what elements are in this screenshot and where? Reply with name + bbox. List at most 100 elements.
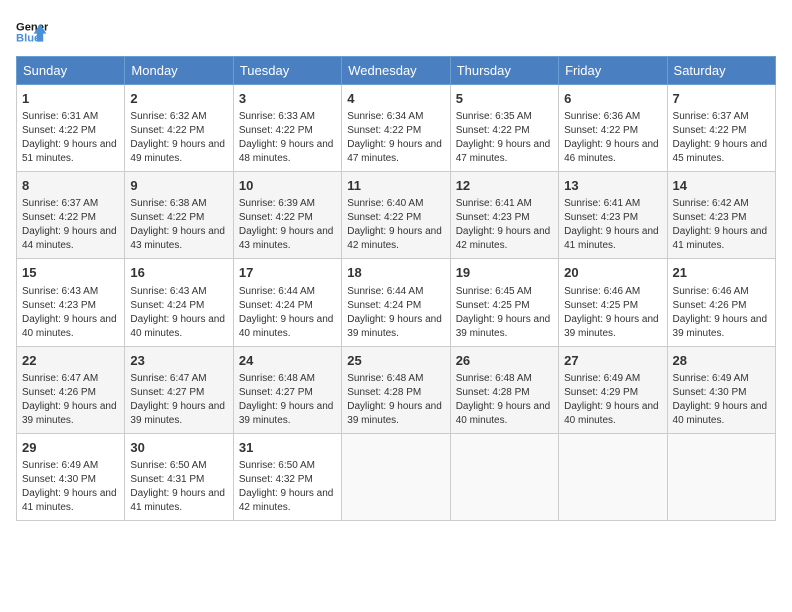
weekday-header-thursday: Thursday [450,57,558,85]
calendar-cell: 15 Sunrise: 6:43 AM Sunset: 4:23 PM Dayl… [17,259,125,346]
calendar-cell: 7 Sunrise: 6:37 AM Sunset: 4:22 PM Dayli… [667,85,775,172]
day-info: Sunrise: 6:47 AM Sunset: 4:27 PM Dayligh… [130,372,227,428]
calendar-table: SundayMondayTuesdayWednesdayThursdayFrid… [16,56,776,521]
day-number: 18 [347,264,444,282]
day-info: Sunrise: 6:42 AM Sunset: 4:23 PM Dayligh… [673,197,770,253]
day-number: 26 [456,352,553,370]
day-info: Sunrise: 6:48 AM Sunset: 4:28 PM Dayligh… [456,372,553,428]
calendar-cell: 23 Sunrise: 6:47 AM Sunset: 4:27 PM Dayl… [125,346,233,433]
calendar-cell: 12 Sunrise: 6:41 AM Sunset: 4:23 PM Dayl… [450,172,558,259]
calendar-cell: 10 Sunrise: 6:39 AM Sunset: 4:22 PM Dayl… [233,172,341,259]
day-info: Sunrise: 6:32 AM Sunset: 4:22 PM Dayligh… [130,110,227,166]
calendar-cell: 6 Sunrise: 6:36 AM Sunset: 4:22 PM Dayli… [559,85,667,172]
day-number: 22 [22,352,119,370]
day-number: 25 [347,352,444,370]
day-info: Sunrise: 6:50 AM Sunset: 4:31 PM Dayligh… [130,459,227,515]
page-header: General Blue [16,16,776,48]
day-info: Sunrise: 6:37 AM Sunset: 4:22 PM Dayligh… [673,110,770,166]
day-info: Sunrise: 6:48 AM Sunset: 4:28 PM Dayligh… [347,372,444,428]
day-info: Sunrise: 6:36 AM Sunset: 4:22 PM Dayligh… [564,110,661,166]
day-info: Sunrise: 6:44 AM Sunset: 4:24 PM Dayligh… [239,285,336,341]
calendar-cell [559,433,667,520]
calendar-cell: 21 Sunrise: 6:46 AM Sunset: 4:26 PM Dayl… [667,259,775,346]
day-info: Sunrise: 6:41 AM Sunset: 4:23 PM Dayligh… [456,197,553,253]
day-number: 10 [239,177,336,195]
day-number: 16 [130,264,227,282]
weekday-header-tuesday: Tuesday [233,57,341,85]
day-number: 17 [239,264,336,282]
weekday-header-saturday: Saturday [667,57,775,85]
calendar-cell: 27 Sunrise: 6:49 AM Sunset: 4:29 PM Dayl… [559,346,667,433]
day-number: 3 [239,90,336,108]
day-number: 31 [239,439,336,457]
calendar-cell: 31 Sunrise: 6:50 AM Sunset: 4:32 PM Dayl… [233,433,341,520]
day-number: 28 [673,352,770,370]
day-number: 13 [564,177,661,195]
day-number: 11 [347,177,444,195]
day-info: Sunrise: 6:33 AM Sunset: 4:22 PM Dayligh… [239,110,336,166]
weekday-header-monday: Monday [125,57,233,85]
day-number: 30 [130,439,227,457]
calendar-cell: 14 Sunrise: 6:42 AM Sunset: 4:23 PM Dayl… [667,172,775,259]
day-info: Sunrise: 6:38 AM Sunset: 4:22 PM Dayligh… [130,197,227,253]
day-info: Sunrise: 6:47 AM Sunset: 4:26 PM Dayligh… [22,372,119,428]
svg-text:Blue: Blue [16,33,40,45]
calendar-cell: 20 Sunrise: 6:46 AM Sunset: 4:25 PM Dayl… [559,259,667,346]
day-info: Sunrise: 6:43 AM Sunset: 4:23 PM Dayligh… [22,285,119,341]
day-info: Sunrise: 6:39 AM Sunset: 4:22 PM Dayligh… [239,197,336,253]
day-info: Sunrise: 6:44 AM Sunset: 4:24 PM Dayligh… [347,285,444,341]
calendar-cell: 29 Sunrise: 6:49 AM Sunset: 4:30 PM Dayl… [17,433,125,520]
day-info: Sunrise: 6:41 AM Sunset: 4:23 PM Dayligh… [564,197,661,253]
day-info: Sunrise: 6:46 AM Sunset: 4:26 PM Dayligh… [673,285,770,341]
day-number: 15 [22,264,119,282]
day-number: 7 [673,90,770,108]
calendar-cell: 2 Sunrise: 6:32 AM Sunset: 4:22 PM Dayli… [125,85,233,172]
day-number: 5 [456,90,553,108]
day-number: 8 [22,177,119,195]
day-number: 6 [564,90,661,108]
calendar-cell: 5 Sunrise: 6:35 AM Sunset: 4:22 PM Dayli… [450,85,558,172]
day-info: Sunrise: 6:37 AM Sunset: 4:22 PM Dayligh… [22,197,119,253]
calendar-cell [342,433,450,520]
calendar-cell: 3 Sunrise: 6:33 AM Sunset: 4:22 PM Dayli… [233,85,341,172]
day-info: Sunrise: 6:49 AM Sunset: 4:30 PM Dayligh… [673,372,770,428]
calendar-cell: 25 Sunrise: 6:48 AM Sunset: 4:28 PM Dayl… [342,346,450,433]
day-number: 24 [239,352,336,370]
day-number: 23 [130,352,227,370]
day-info: Sunrise: 6:49 AM Sunset: 4:30 PM Dayligh… [22,459,119,515]
weekday-header-wednesday: Wednesday [342,57,450,85]
day-number: 19 [456,264,553,282]
calendar-cell [450,433,558,520]
day-number: 1 [22,90,119,108]
calendar-cell [667,433,775,520]
day-info: Sunrise: 6:48 AM Sunset: 4:27 PM Dayligh… [239,372,336,428]
day-number: 4 [347,90,444,108]
calendar-cell: 8 Sunrise: 6:37 AM Sunset: 4:22 PM Dayli… [17,172,125,259]
calendar-cell: 4 Sunrise: 6:34 AM Sunset: 4:22 PM Dayli… [342,85,450,172]
calendar-cell: 16 Sunrise: 6:43 AM Sunset: 4:24 PM Dayl… [125,259,233,346]
day-info: Sunrise: 6:50 AM Sunset: 4:32 PM Dayligh… [239,459,336,515]
calendar-cell: 17 Sunrise: 6:44 AM Sunset: 4:24 PM Dayl… [233,259,341,346]
day-info: Sunrise: 6:40 AM Sunset: 4:22 PM Dayligh… [347,197,444,253]
day-info: Sunrise: 6:45 AM Sunset: 4:25 PM Dayligh… [456,285,553,341]
calendar-cell: 13 Sunrise: 6:41 AM Sunset: 4:23 PM Dayl… [559,172,667,259]
day-number: 29 [22,439,119,457]
calendar-cell: 11 Sunrise: 6:40 AM Sunset: 4:22 PM Dayl… [342,172,450,259]
calendar-cell: 9 Sunrise: 6:38 AM Sunset: 4:22 PM Dayli… [125,172,233,259]
day-info: Sunrise: 6:31 AM Sunset: 4:22 PM Dayligh… [22,110,119,166]
day-info: Sunrise: 6:35 AM Sunset: 4:22 PM Dayligh… [456,110,553,166]
day-number: 20 [564,264,661,282]
day-number: 9 [130,177,227,195]
calendar-cell: 19 Sunrise: 6:45 AM Sunset: 4:25 PM Dayl… [450,259,558,346]
day-number: 14 [673,177,770,195]
day-number: 12 [456,177,553,195]
weekday-header-friday: Friday [559,57,667,85]
day-number: 21 [673,264,770,282]
day-info: Sunrise: 6:49 AM Sunset: 4:29 PM Dayligh… [564,372,661,428]
logo-icon: General Blue [16,16,48,48]
calendar-cell: 28 Sunrise: 6:49 AM Sunset: 4:30 PM Dayl… [667,346,775,433]
weekday-header-sunday: Sunday [17,57,125,85]
day-number: 27 [564,352,661,370]
day-info: Sunrise: 6:43 AM Sunset: 4:24 PM Dayligh… [130,285,227,341]
day-info: Sunrise: 6:34 AM Sunset: 4:22 PM Dayligh… [347,110,444,166]
